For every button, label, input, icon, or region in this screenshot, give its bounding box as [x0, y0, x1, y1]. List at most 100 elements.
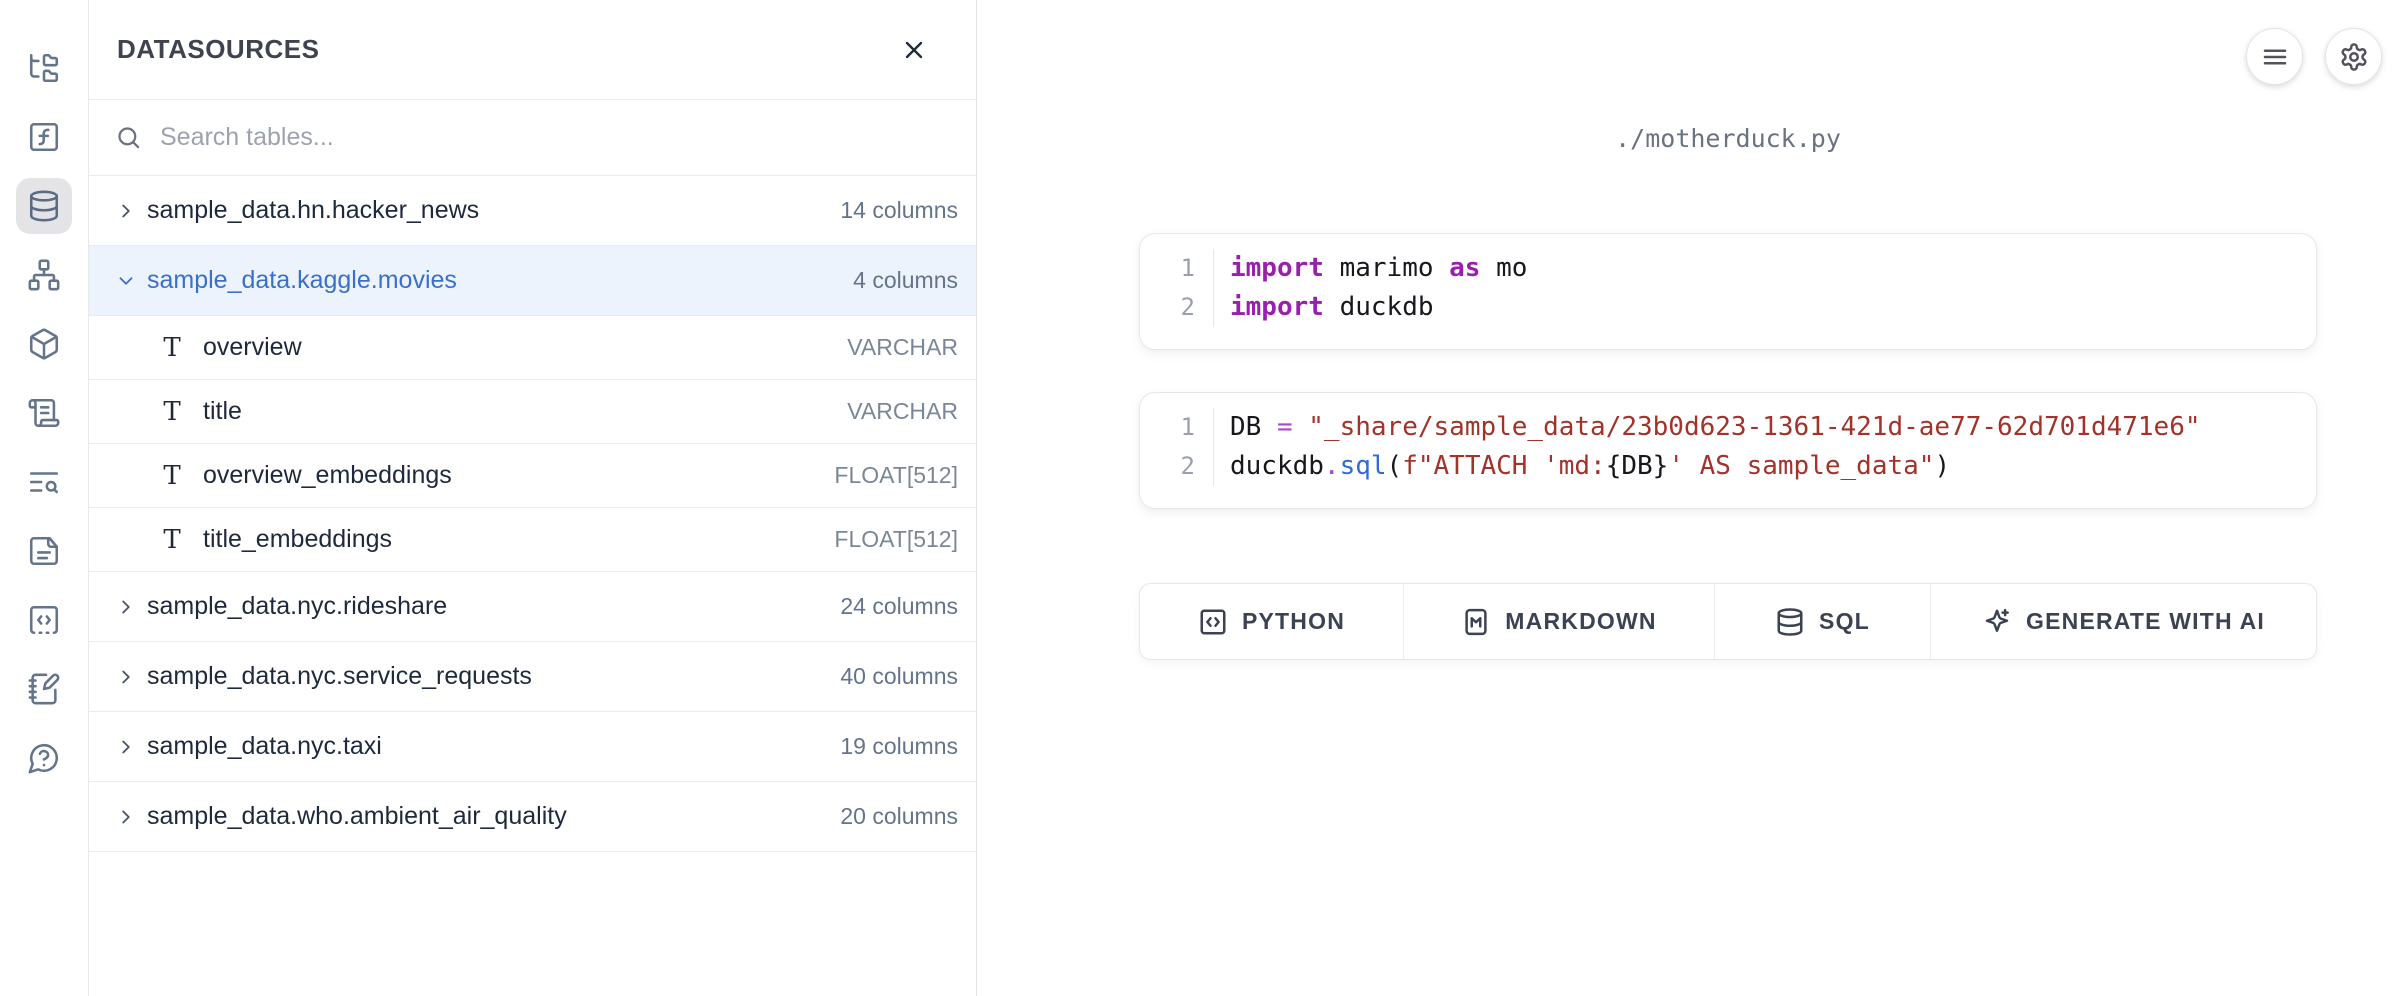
line-number: 2	[1181, 288, 1195, 327]
line-numbers: 12	[1140, 408, 1214, 486]
code-editor[interactable]: DB = "_share/sample_data/23b0d623-1361-4…	[1214, 408, 2201, 508]
code-line: import marimo as mo	[1230, 249, 1527, 288]
code-square-icon	[1198, 607, 1228, 637]
add-generate-with-ai-button[interactable]: GENERATE WITH AI	[1931, 584, 2316, 659]
sticky-note-icon	[27, 534, 61, 568]
tables-list: sample_data.hn.hacker_news14 columnssamp…	[89, 176, 976, 852]
chevron-right-icon	[115, 736, 137, 758]
folder-tree-icon	[27, 51, 61, 85]
search-icon	[115, 124, 142, 151]
column-row[interactable]: Ttitle_embeddingsFLOAT[512]	[89, 508, 976, 572]
code-editor[interactable]: import marimo as moimport duckdb	[1214, 249, 1527, 349]
search-tables-input[interactable]	[158, 122, 950, 153]
search-icon	[115, 124, 142, 151]
column-count: 4 columns	[853, 267, 958, 294]
table-name: sample_data.nyc.taxi	[147, 732, 382, 761]
menu-button[interactable]	[2246, 28, 2303, 85]
top-actions	[2246, 28, 2382, 85]
function-square-icon	[27, 120, 61, 154]
line-numbers: 12	[1140, 249, 1214, 327]
line-number: 1	[1181, 249, 1195, 288]
column-row[interactable]: Toverview_embeddingsFLOAT[512]	[89, 444, 976, 508]
table-row[interactable]: sample_data.kaggle.movies4 columns	[89, 246, 976, 316]
column-name: overview	[203, 333, 302, 362]
settings-button[interactable]	[2325, 28, 2382, 85]
add-cell-toolbar: PYTHON MARKDOWN SQL GENERATE WITH AI	[1139, 583, 2317, 660]
type-icon: T	[155, 525, 189, 555]
network-icon	[27, 258, 61, 292]
button-label: GENERATE WITH AI	[2026, 608, 2265, 635]
table-name: sample_data.hn.hacker_news	[147, 196, 479, 225]
table-name: sample_data.nyc.service_requests	[147, 662, 532, 691]
notebook-pen-icon	[27, 672, 61, 706]
column-count: 24 columns	[840, 593, 958, 620]
sidebar-item-documentation[interactable]	[16, 523, 72, 579]
type-icon: T	[155, 333, 189, 363]
type-icon: T	[155, 397, 189, 427]
line-number: 1	[1181, 408, 1195, 447]
database-icon	[27, 189, 61, 223]
button-label: MARKDOWN	[1505, 608, 1656, 635]
sidebar-item-file-explorer[interactable]	[16, 40, 72, 96]
column-row[interactable]: Ttitle VARCHAR	[89, 380, 976, 444]
column-type: FLOAT[512]	[834, 526, 958, 553]
sparkles-icon	[1982, 607, 2012, 637]
sidebar-item-outline-search[interactable]	[16, 454, 72, 510]
chevron-right-icon	[115, 200, 137, 222]
scroll-text-icon	[27, 396, 61, 430]
column-type: VARCHAR	[847, 334, 958, 361]
database-icon	[1775, 607, 1805, 637]
message-question-icon	[27, 741, 61, 775]
column-row[interactable]: Toverview VARCHAR	[89, 316, 976, 380]
column-type: VARCHAR	[847, 398, 958, 425]
code-line: duckdb.sql(f"ATTACH 'md:{DB}' AS sample_…	[1230, 447, 2201, 486]
sidebar-item-datasources[interactable]	[16, 178, 72, 234]
close-panel-button[interactable]	[900, 36, 928, 64]
search-row	[89, 100, 976, 176]
sidebar-item-packages[interactable]	[16, 316, 72, 372]
chevron-right-icon	[115, 596, 137, 618]
add-markdown-button[interactable]: MARKDOWN	[1404, 584, 1715, 659]
package-icon	[27, 327, 61, 361]
sidebar-item-logs[interactable]	[16, 385, 72, 441]
code-square-dashed-icon	[27, 603, 61, 637]
panel-title: DATASOURCES	[117, 34, 319, 65]
datasources-panel: DATASOURCES sample_data.hn.hacker_news 14…	[89, 0, 977, 996]
line-number: 2	[1181, 447, 1195, 486]
sidebar-item-help[interactable]	[16, 730, 72, 786]
chevron-right-icon	[115, 666, 137, 688]
column-name: overview_embeddings	[203, 461, 452, 490]
add-python-button[interactable]: PYTHON	[1140, 584, 1404, 659]
notebook-main: ./motherduck.py 12import marimo as moimp…	[977, 0, 2399, 996]
markdown-icon	[1461, 607, 1491, 637]
menu-icon	[2260, 42, 2290, 72]
text-search-icon	[27, 465, 61, 499]
code-cell: 12 DB = "_share/sample_data/23b0d623-1361…	[1139, 392, 2317, 509]
sidebar-rail	[0, 0, 89, 996]
code-line: DB = "_share/sample_data/23b0d623-1361-4…	[1230, 408, 2201, 447]
table-row[interactable]: sample_data.nyc.rideshare 24 columns	[89, 572, 976, 642]
button-label: PYTHON	[1242, 608, 1345, 635]
button-label: SQL	[1819, 608, 1870, 635]
type-icon: T	[155, 461, 189, 491]
add-sql-button[interactable]: SQL	[1715, 584, 1931, 659]
code-line: import duckdb	[1230, 288, 1527, 327]
column-name: title	[203, 397, 242, 426]
panel-header: DATASOURCES	[89, 0, 976, 100]
chevron-right-icon	[115, 806, 137, 828]
code-cell: 12import marimo as moimport duckdb	[1139, 233, 2317, 350]
table-row[interactable]: sample_data.nyc.taxi19 columns	[89, 712, 976, 782]
sidebar-item-dependency-graph[interactable]	[16, 247, 72, 303]
table-row[interactable]: sample_data.nyc.service_requests 40 colum…	[89, 642, 976, 712]
sidebar-item-variables[interactable]	[16, 109, 72, 165]
column-count: 14 columns	[840, 197, 958, 224]
sidebar-item-scratchpad[interactable]	[16, 592, 72, 648]
table-row[interactable]: sample_data.hn.hacker_news 14 columns	[89, 176, 976, 246]
notebook-filename: ./motherduck.py	[1139, 124, 2317, 153]
table-name: sample_data.nyc.rideshare	[147, 592, 447, 621]
table-row[interactable]: sample_data.who.ambient_air_quality20 co…	[89, 782, 976, 852]
column-count: 40 columns	[840, 663, 958, 690]
column-count: 20 columns	[840, 803, 958, 830]
gear-icon	[2339, 42, 2369, 72]
sidebar-item-notebook[interactable]	[16, 661, 72, 717]
